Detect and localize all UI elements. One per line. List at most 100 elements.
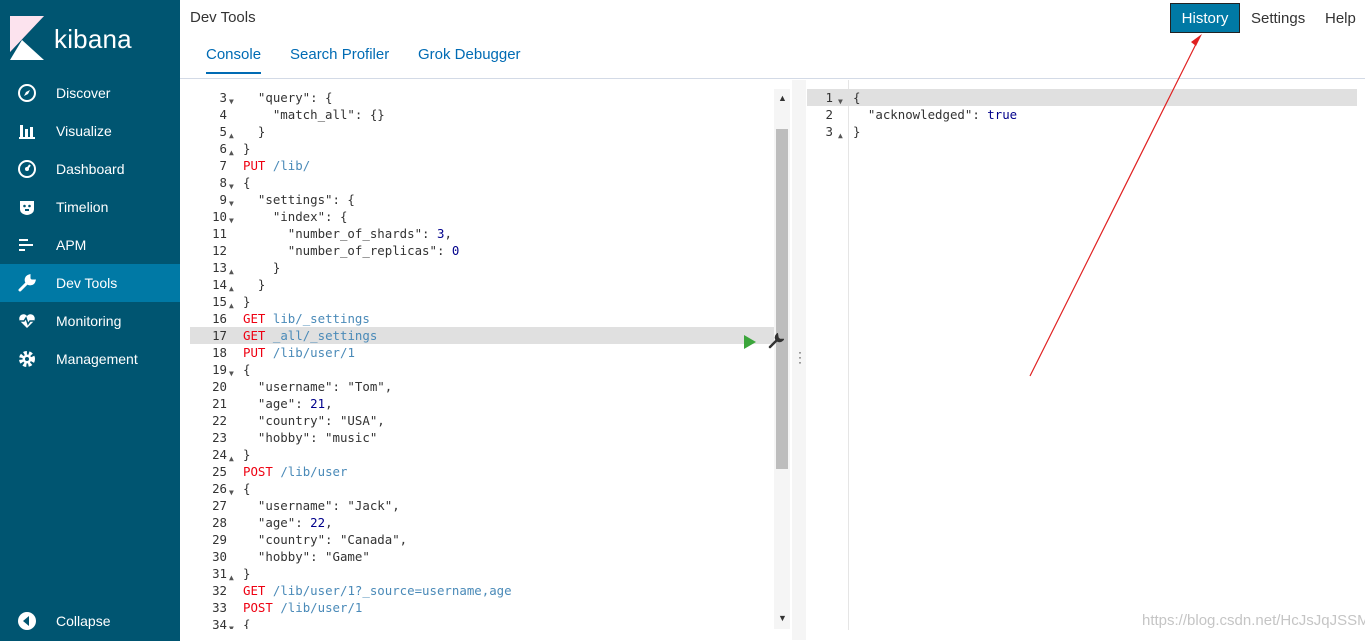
tab-grok-debugger[interactable]: Grok Debugger xyxy=(418,46,521,63)
code-line[interactable]: 17 GET _all/_settings xyxy=(190,327,774,344)
code-line[interactable]: 10 ▼ "index": { xyxy=(190,208,774,225)
code-line[interactable]: 7 PUT /lib/ xyxy=(190,157,774,174)
code-line[interactable]: 15 ▲} xyxy=(190,293,774,310)
scroll-up-icon[interactable]: ▲ xyxy=(778,93,787,103)
nav-item-apm[interactable]: APM xyxy=(0,226,180,264)
kibana-logo[interactable]: kibana xyxy=(10,16,170,60)
line-number: 28 xyxy=(212,515,227,530)
json-key: "acknowledged": xyxy=(853,107,988,122)
json-text: { xyxy=(243,481,251,496)
tab-search-profiler[interactable]: Search Profiler xyxy=(290,46,389,63)
code-line[interactable]: 19 ▼{ xyxy=(190,361,774,378)
code-line[interactable]: 3 ▲} xyxy=(807,123,1357,140)
code-text: "settings": { xyxy=(243,191,355,208)
code-line[interactable]: 16 GET lib/_settings xyxy=(190,310,774,327)
scrollbar-thumb[interactable] xyxy=(776,129,788,469)
code-line[interactable]: 13 ▲ } xyxy=(190,259,774,276)
line-number: 13 xyxy=(212,260,227,275)
code-line[interactable]: 33 POST /lib/user/1 xyxy=(190,599,774,616)
code-text: "match_all": {} xyxy=(243,106,385,123)
nav-item-timelion[interactable]: Timelion xyxy=(0,188,180,226)
json-text: "match_all": {} xyxy=(243,107,385,122)
json-punct: , xyxy=(444,226,452,241)
nav-label: Discover xyxy=(56,85,111,101)
code-line[interactable]: 9 ▼ "settings": { xyxy=(190,191,774,208)
fold-open-icon[interactable]: ▼ xyxy=(229,620,237,629)
code-line[interactable]: 25 POST /lib/user xyxy=(190,463,774,480)
line-number: 11 xyxy=(212,226,227,241)
code-line[interactable]: 26 ▼{ xyxy=(190,480,774,497)
code-line[interactable]: 21 "age": 21, xyxy=(190,395,774,412)
code-line[interactable]: 8 ▼{ xyxy=(190,174,774,191)
nav-label: APM xyxy=(56,237,87,253)
history-button[interactable]: History xyxy=(1170,3,1240,33)
code-line[interactable]: 4 "match_all": {} xyxy=(190,106,774,123)
code-text: } xyxy=(243,293,250,310)
code-line[interactable]: 2 "acknowledged": true xyxy=(807,106,1357,123)
nav-item-discover[interactable]: Discover xyxy=(0,74,180,112)
request-editor[interactable]: 3 ▼ "query": {4 "match_all": {} 5 ▲ } 6 ▲} 7 PU… xyxy=(190,89,774,629)
line-number: 16 xyxy=(212,311,227,326)
code-line[interactable]: 18 PUT /lib/user/1 xyxy=(190,344,774,361)
code-text: POST /lib/user xyxy=(243,463,347,480)
code-line[interactable]: 28 "age": 22, xyxy=(190,514,774,531)
collapse-label: Collapse xyxy=(56,613,111,629)
line-number: 14 xyxy=(212,277,227,292)
code-line[interactable]: 34 ▼ { xyxy=(190,616,774,629)
scroll-down-icon[interactable]: ▼ xyxy=(778,613,787,623)
request-url: /lib/user/1 xyxy=(272,345,355,360)
code-line[interactable]: 22 "country": "USA", xyxy=(190,412,774,429)
line-number: 20 xyxy=(212,379,227,394)
line-number: 3 xyxy=(825,124,833,139)
line-number: 34 xyxy=(212,617,227,629)
code-line[interactable]: 5 ▲ } xyxy=(190,123,774,140)
http-method: PUT xyxy=(243,345,266,360)
json-punct: , xyxy=(325,515,333,530)
code-text: } xyxy=(243,276,265,293)
json-text: "country": "USA", xyxy=(243,413,385,428)
help-button[interactable]: Help xyxy=(1325,3,1356,33)
json-text: } xyxy=(243,294,251,309)
nav-item-management[interactable]: Management xyxy=(0,340,180,378)
json-number: 21 xyxy=(310,396,326,411)
editor-scrollbar[interactable]: ▲ ▼ xyxy=(774,89,790,629)
nav-label: Management xyxy=(56,351,138,367)
json-text: "number_of_replicas": xyxy=(243,243,452,258)
json-text: "age": xyxy=(243,515,311,530)
kibana-logo-icon xyxy=(10,16,44,60)
drag-handle-icon[interactable]: · · · xyxy=(798,346,802,368)
wrench-icon[interactable] xyxy=(768,333,784,349)
code-line[interactable]: 1 ▼{ xyxy=(807,89,1357,106)
collapse-button[interactable]: Collapse xyxy=(0,603,180,639)
code-text: POST /lib/user/1 xyxy=(243,599,362,616)
collapse-arrow-icon xyxy=(18,612,36,630)
code-text: GET _all/_settings xyxy=(243,327,377,344)
nav-item-dashboard[interactable]: Dashboard xyxy=(0,150,180,188)
code-line[interactable]: 14 ▲ } xyxy=(190,276,774,293)
code-line[interactable]: 30 "hobby": "Game" xyxy=(190,548,774,565)
code-line[interactable]: 6 ▲} xyxy=(190,140,774,157)
code-line[interactable]: 11 "number_of_shards": 3, xyxy=(190,225,774,242)
json-text: } xyxy=(853,124,861,139)
request-url: _all/_settings xyxy=(272,328,378,343)
code-line[interactable]: 23 "hobby": "music" xyxy=(190,429,774,446)
tab-console[interactable]: Console xyxy=(206,46,262,74)
code-line[interactable]: 3 ▼ "query": { xyxy=(190,89,774,106)
code-line[interactable]: 27 "username": "Jack", xyxy=(190,497,774,514)
nav-item-visualize[interactable]: Visualize xyxy=(0,112,180,150)
json-text: } xyxy=(243,447,251,462)
fold-close-icon[interactable]: ▲ xyxy=(838,127,846,144)
code-line[interactable]: 31 ▲} xyxy=(190,565,774,582)
nav-item-monitoring[interactable]: Monitoring xyxy=(0,302,180,340)
code-line[interactable]: 29 "country": "Canada", xyxy=(190,531,774,548)
send-request-icon[interactable] xyxy=(744,335,756,349)
settings-button[interactable]: Settings xyxy=(1251,3,1305,33)
compass-icon xyxy=(18,84,36,102)
code-line[interactable]: 24 ▲} xyxy=(190,446,774,463)
code-line[interactable]: 12 "number_of_replicas": 0 xyxy=(190,242,774,259)
nav-item-dev-tools[interactable]: Dev Tools xyxy=(0,264,180,302)
code-line[interactable]: 32 GET /lib/user/1?_source=username,age xyxy=(190,582,774,599)
json-text: "index": { xyxy=(243,209,348,224)
json-text: } xyxy=(243,566,251,581)
code-line[interactable]: 20 "username": "Tom", xyxy=(190,378,774,395)
